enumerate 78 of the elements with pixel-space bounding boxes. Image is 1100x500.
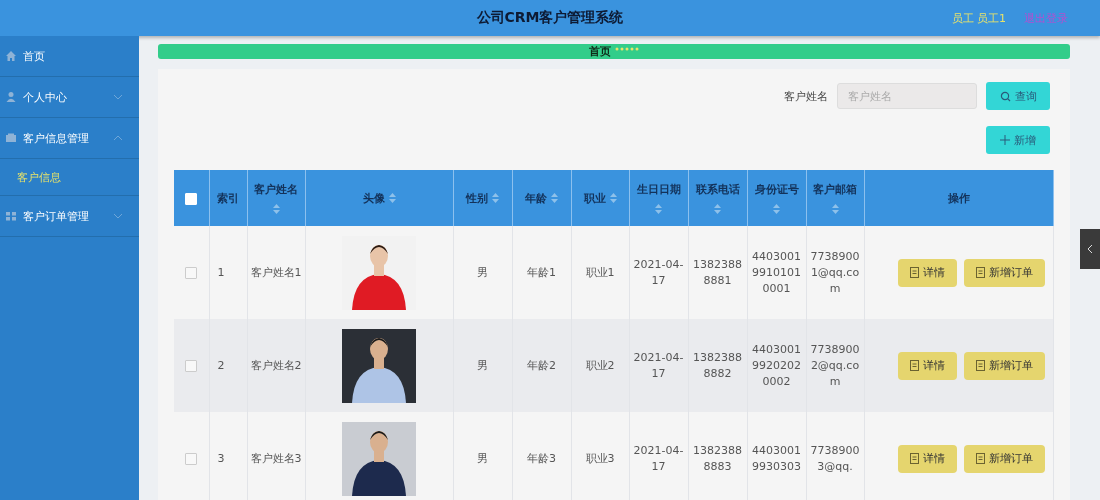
sidebar-item[interactable]: 客户信息管理 <box>0 118 139 159</box>
column-header[interactable]: 年龄 <box>512 170 571 226</box>
action-button[interactable]: 详情 <box>898 351 957 380</box>
table-cell: 440300199202020002 <box>747 319 806 412</box>
table-cell: 44030019930303 <box>747 412 806 500</box>
column-header[interactable]: 生日日期 <box>629 170 688 226</box>
sort-icon <box>272 204 280 214</box>
row-checkbox[interactable] <box>185 267 198 279</box>
column-header[interactable]: 头像 <box>305 170 453 226</box>
search-label: 客户姓名 <box>784 88 828 104</box>
action-button[interactable]: 详情 <box>898 444 957 473</box>
table-cell: 客户姓名3 <box>247 412 305 500</box>
document-icon <box>910 453 919 464</box>
sidebar-subitem[interactable]: 客户信息 <box>0 159 139 196</box>
sort-icon <box>714 204 721 214</box>
search-field[interactable]: 客户姓名 <box>837 83 977 109</box>
search-icon <box>999 90 1011 102</box>
table-cell: 客户姓名2 <box>247 319 305 412</box>
table-cell: 13823888882 <box>688 319 747 412</box>
table-cell: 年龄3 <box>512 412 571 500</box>
sort-icon <box>655 204 662 214</box>
document-icon <box>976 453 985 464</box>
table-cell: 2021-04-17 <box>629 412 688 500</box>
sort-icon <box>492 193 499 203</box>
column-header: 索引 <box>209 170 247 226</box>
action-button[interactable]: 新增订单 <box>964 351 1045 380</box>
table-cell: 男 <box>453 412 512 500</box>
column-header[interactable]: 职业 <box>571 170 629 226</box>
table-cell: 职业2 <box>571 319 629 412</box>
search-button[interactable]: 查询 <box>986 82 1050 110</box>
sort-icon <box>551 193 558 203</box>
action-button[interactable]: 新增订单 <box>964 444 1045 473</box>
table-cell: 77389003@qq. <box>806 412 864 500</box>
table-cell: 职业3 <box>571 412 629 500</box>
table-cell: 2 <box>209 319 247 412</box>
column-header[interactable]: 客户姓名 <box>247 170 305 226</box>
document-icon <box>910 360 919 371</box>
sort-icon <box>388 193 396 203</box>
row-checkbox[interactable] <box>185 360 198 372</box>
chevron-down-icon <box>113 213 123 219</box>
table-cell: 13823888883 <box>688 412 747 500</box>
table-cell: 77389002@qq.com <box>806 319 864 412</box>
chevron-down-icon <box>113 94 123 100</box>
action-button[interactable]: 详情 <box>898 258 957 287</box>
add-button[interactable]: 新增 <box>986 126 1050 154</box>
sort-icon <box>609 193 617 203</box>
chevron-left-icon <box>1087 244 1093 254</box>
sidebar-item[interactable]: 首页 <box>0 36 139 77</box>
table-cell: 2021-04-17 <box>629 319 688 412</box>
column-header[interactable]: 身份证号 <box>747 170 806 226</box>
plus-icon <box>1000 135 1010 145</box>
app-title: 公司CRM客户管理系统 <box>476 9 624 27</box>
grid-icon <box>5 210 17 222</box>
document-icon <box>976 267 985 278</box>
column-header[interactable]: 客户邮箱 <box>806 170 864 226</box>
table-cell: 3 <box>209 412 247 500</box>
column-header[interactable]: 联系电话 <box>688 170 747 226</box>
sidebar-item[interactable]: 客户订单管理 <box>0 196 139 237</box>
chevron-up-icon <box>113 135 123 141</box>
user-name: 员工 员工1 <box>951 10 1006 26</box>
collapse-button[interactable] <box>1080 229 1100 269</box>
column-header[interactable]: 性别 <box>453 170 512 226</box>
column-header: 操作 <box>864 170 1054 226</box>
breadcrumb-link[interactable]: 首页 <box>589 44 611 59</box>
sort-icon <box>831 204 839 214</box>
home-icon <box>5 50 17 62</box>
table-cell: 年龄2 <box>512 319 571 412</box>
table-cell: 男 <box>453 319 512 412</box>
folder-icon <box>5 132 17 144</box>
row-checkbox[interactable] <box>185 453 198 465</box>
separator-icon <box>615 47 639 51</box>
document-icon <box>910 267 919 278</box>
sort-icon <box>773 204 780 214</box>
sidebar-item[interactable]: 个人中心 <box>0 77 139 118</box>
select-all-checkbox[interactable] <box>185 192 198 205</box>
document-icon <box>976 360 985 371</box>
user-icon <box>5 91 17 103</box>
action-button[interactable]: 新增订单 <box>964 258 1045 287</box>
